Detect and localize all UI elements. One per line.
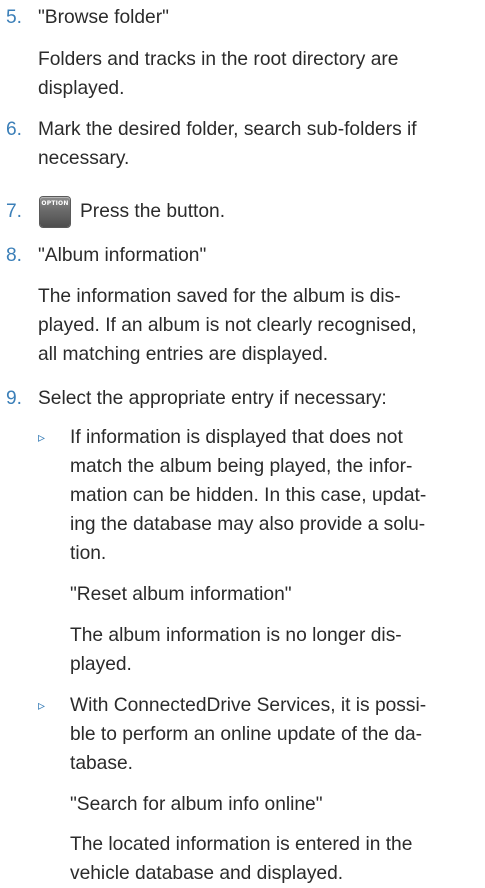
bullet-line: ing the database may also provide a solu… bbox=[70, 514, 426, 535]
bullet-line: If information is displayed that does no… bbox=[70, 427, 403, 448]
bullet-text: If information is displayed that does no… bbox=[70, 423, 485, 568]
step-text: Press the button. bbox=[80, 201, 226, 222]
option-button-icon: OPTION bbox=[40, 197, 70, 227]
description-line: Folders and tracks in the root directory… bbox=[38, 49, 399, 70]
description-line: The information saved for the album is d… bbox=[38, 286, 401, 307]
bullet-line: ble to perform an online update of the d… bbox=[70, 724, 423, 745]
step-text: "Album information" bbox=[38, 245, 207, 266]
result-line: The located information is entered in th… bbox=[70, 834, 413, 855]
description-line: all matching entries are displayed. bbox=[38, 344, 329, 365]
result-line: The album information is no longer dis- bbox=[70, 625, 402, 646]
option-icon-label: OPTION bbox=[41, 200, 69, 207]
result-text: The album information is no longer dis- … bbox=[70, 621, 485, 679]
step-number: 6. bbox=[6, 119, 23, 140]
result-line: vehicle database and displayed. bbox=[70, 863, 344, 884]
bullet-arrow-icon: ▹ bbox=[38, 697, 46, 713]
step-8-description: The information saved for the album is d… bbox=[38, 282, 485, 369]
step-5-description: Folders and tracks in the root directory… bbox=[38, 45, 485, 103]
result-line: played. bbox=[70, 654, 132, 675]
step-number: 8. bbox=[6, 245, 23, 266]
bullet-line: match the album being played, the infor- bbox=[70, 456, 413, 477]
step-text: Mark the desired folder, search sub-fold… bbox=[38, 119, 417, 140]
description-line: displayed. bbox=[38, 78, 125, 99]
text-line: necessary. bbox=[38, 148, 130, 169]
menu-item-text: "Search for album info online" bbox=[70, 794, 323, 815]
description-line: played. If an album is not clearly recog… bbox=[38, 315, 417, 336]
step-text: "Browse folder" bbox=[38, 7, 169, 28]
step-6-continuation: necessary. bbox=[38, 144, 485, 173]
step-text: Select the appropriate entry if necessar… bbox=[38, 388, 387, 409]
bullet-line: tion. bbox=[70, 543, 107, 564]
step-number: 7. bbox=[6, 201, 23, 222]
menu-item-text: "Reset album information" bbox=[70, 584, 292, 605]
bullet-line: tabase. bbox=[70, 753, 133, 774]
bullet-text: With ConnectedDrive Services, it is poss… bbox=[70, 691, 485, 778]
bullet-line: With ConnectedDrive Services, it is poss… bbox=[70, 695, 427, 716]
step-number: 5. bbox=[6, 7, 23, 28]
bullet-line: mation can be hidden. In this case, upda… bbox=[70, 485, 427, 506]
bullet-arrow-icon: ▹ bbox=[38, 429, 46, 445]
result-text: The located information is entered in th… bbox=[70, 830, 485, 888]
step-number: 9. bbox=[6, 388, 23, 409]
